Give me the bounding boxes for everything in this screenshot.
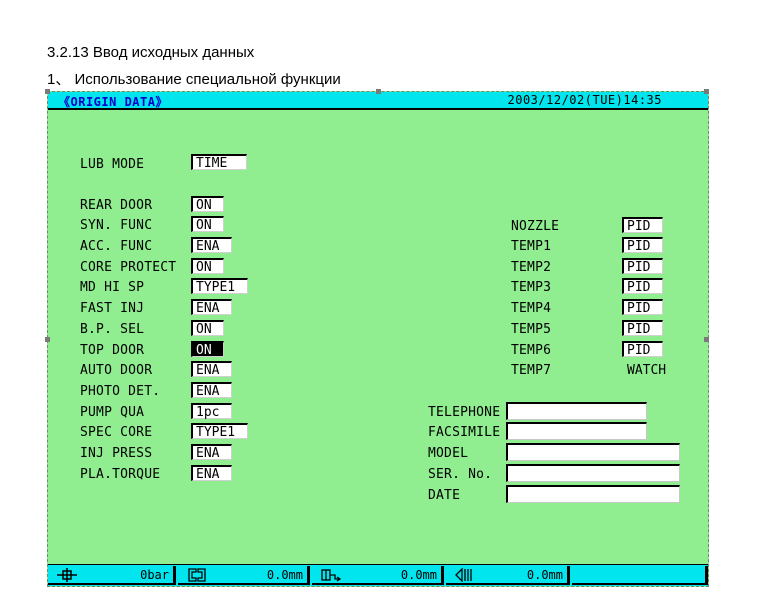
lub-mode-label: LUB MODE: [80, 157, 145, 172]
pla-torque-label: PLA.TORQUE: [80, 467, 161, 482]
core-protect-label: CORE PROTECT: [80, 260, 177, 275]
pla-torque-field[interactable]: ENA: [191, 465, 232, 482]
acc-func-field[interactable]: ENA: [191, 237, 232, 254]
date-field[interactable]: [506, 485, 680, 503]
temp2-field[interactable]: PID: [622, 258, 663, 275]
auto-door-label: AUTO DOOR: [80, 363, 153, 378]
date-label: DATE: [428, 488, 461, 503]
pump-qua-label: PUMP QUA: [80, 405, 145, 420]
temp7-value[interactable]: WATCH: [627, 363, 666, 379]
photo-det-label: PHOTO DET.: [80, 384, 161, 399]
serial-number-label: SER. No.: [428, 467, 493, 482]
rear-door-label: REAR DOOR: [80, 198, 153, 213]
status-segment-empty: [572, 566, 708, 585]
temp7-label: TEMP7: [511, 363, 552, 378]
bp-sel-field[interactable]: ON: [191, 320, 224, 337]
inj-press-field[interactable]: ENA: [191, 444, 232, 461]
temp1-field[interactable]: PID: [622, 237, 663, 254]
top-door-label: TOP DOOR: [80, 343, 145, 358]
injection-position-value: 0.0mm: [400, 568, 437, 582]
telephone-field[interactable]: [506, 402, 647, 420]
facsimile-field[interactable]: [506, 422, 647, 440]
spec-core-label: SPEC CORE: [80, 425, 153, 440]
temp6-label: TEMP6: [511, 343, 552, 358]
status-segment-injection: 0.0mm: [312, 566, 444, 585]
injection-position-icon: [321, 569, 342, 582]
title-bar: 《ORIGIN DATA》 2003/12/02(TUE)14:35: [48, 92, 708, 110]
status-segment-ejector: 0.0mm: [446, 566, 570, 585]
serial-number-field[interactable]: [506, 464, 680, 482]
status-segment-pressure: 0bar: [48, 566, 176, 585]
temp6-field[interactable]: PID: [622, 341, 663, 358]
fast-inj-label: FAST INJ: [80, 301, 145, 316]
resize-handle[interactable]: [376, 89, 381, 94]
temp5-field[interactable]: PID: [622, 320, 663, 337]
temp3-field[interactable]: PID: [622, 278, 663, 295]
resize-handle[interactable]: [704, 89, 709, 94]
top-door-field[interactable]: ON: [191, 341, 224, 358]
spec-core-field[interactable]: TYPE1: [191, 423, 248, 440]
temp3-label: TEMP3: [511, 280, 552, 295]
status-segment-mold: 0.0mm: [178, 566, 310, 585]
photo-det-field[interactable]: ENA: [191, 382, 232, 399]
resize-handle[interactable]: [45, 337, 50, 342]
ejector-position-icon: [455, 568, 472, 582]
fast-inj-field[interactable]: ENA: [191, 299, 232, 316]
resize-handle[interactable]: [704, 337, 709, 342]
temp1-label: TEMP1: [511, 239, 552, 254]
acc-func-label: ACC. FUNC: [80, 239, 153, 254]
facsimile-label: FACSIMILE: [428, 425, 501, 440]
document-subheading: 1、 Использование специальной функции: [47, 71, 341, 88]
bp-sel-label: B.P. SEL: [80, 322, 145, 337]
document-heading: 3.2.13 Ввод исходных данных: [47, 44, 255, 61]
core-protect-field[interactable]: ON: [191, 258, 224, 275]
temp4-field[interactable]: PID: [622, 299, 663, 316]
syn-func-label: SYN. FUNC: [80, 218, 153, 233]
md-hi-sp-label: MD HI SP: [80, 280, 145, 295]
nozzle-field[interactable]: PID: [622, 217, 663, 234]
mold-position-icon: [188, 568, 206, 582]
syn-func-field[interactable]: ON: [191, 216, 224, 233]
origin-data-screen: 《ORIGIN DATA》 2003/12/02(TUE)14:35 LUB M…: [45, 89, 709, 587]
resize-handle[interactable]: [45, 89, 50, 94]
inj-press-label: INJ PRESS: [80, 446, 153, 461]
pressure-icon: [57, 568, 77, 582]
ejector-position-value: 0.0mm: [526, 568, 563, 582]
telephone-label: TELEPHONE: [428, 405, 501, 420]
temp5-label: TEMP5: [511, 322, 552, 337]
md-hi-sp-field[interactable]: TYPE1: [191, 278, 248, 295]
rear-door-field[interactable]: ON: [191, 196, 224, 213]
status-bar: 0bar 0.0mm 0.0mm 0.0mm: [48, 564, 708, 586]
model-label: MODEL: [428, 446, 469, 461]
datetime-display: 2003/12/02(TUE)14:35: [507, 93, 662, 107]
temp4-label: TEMP4: [511, 301, 552, 316]
screen-title: 《ORIGIN DATA》: [58, 95, 168, 109]
temp2-label: TEMP2: [511, 260, 552, 275]
mold-position-value: 0.0mm: [266, 568, 303, 582]
pressure-value: 0bar: [140, 568, 169, 582]
model-field[interactable]: [506, 443, 680, 461]
nozzle-label: NOZZLE: [511, 219, 560, 234]
pump-qua-field[interactable]: 1pc: [191, 403, 232, 420]
auto-door-field[interactable]: ENA: [191, 361, 232, 378]
lub-mode-field[interactable]: TIME: [191, 154, 247, 171]
